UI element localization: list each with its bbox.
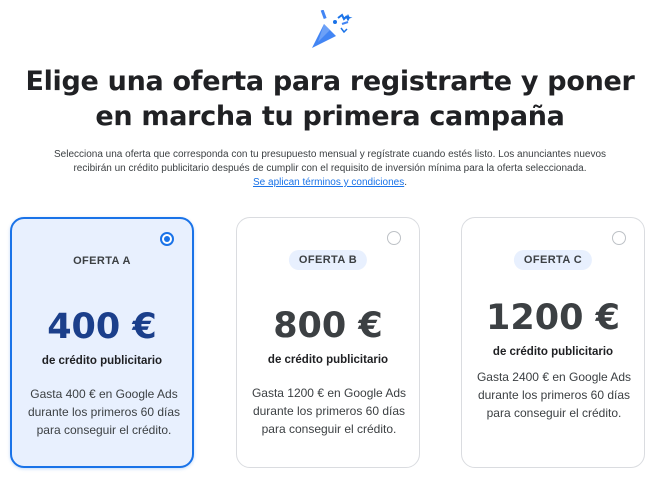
offer-subtitle: de crédito publicitario: [41, 355, 163, 367]
offer-card-b[interactable]: OFERTA B 800 € de crédito publicitario G…: [236, 217, 420, 468]
page-title-line-1: Elige una oferta para registrarte y pone…: [25, 66, 635, 97]
terms-suffix: .: [404, 177, 407, 188]
description-line-1: Selecciona una oferta que corresponda co…: [53, 149, 607, 160]
description-line-2: recibirán un crédito publicitario despué…: [73, 163, 587, 174]
offer-label: OFERTA B: [288, 250, 368, 270]
offer-label: OFERTA C: [513, 250, 593, 270]
radio-checked-icon[interactable]: [160, 232, 174, 246]
page-title: Elige una oferta para registrarte y pone…: [0, 64, 660, 134]
terms-link[interactable]: Se aplican términos y condiciones: [253, 177, 404, 188]
offer-amount: 800 €: [273, 306, 383, 346]
offer-card-a[interactable]: OFERTA A 400 € de crédito publicitario G…: [10, 217, 194, 468]
offer-text: Gasta 400 € en Google Ads durante los pr…: [27, 387, 181, 437]
party-popper-icon: [312, 10, 353, 48]
radio-unchecked-icon[interactable]: [612, 231, 626, 245]
radio-unchecked-icon[interactable]: [387, 231, 401, 245]
offer-label: OFERTA A: [73, 255, 131, 267]
offer-card-c[interactable]: OFERTA C 1200 € de crédito publicitario …: [461, 217, 645, 468]
offer-text: Gasta 1200 € en Google Ads durante los p…: [251, 386, 407, 436]
offer-text: Gasta 2400 € en Google Ads durante los p…: [476, 370, 632, 420]
offer-subtitle: de crédito publicitario: [492, 346, 614, 358]
offer-amount: 1200 €: [486, 298, 620, 338]
offer-amount: 400 €: [47, 307, 157, 347]
page-title-line-2: en marcha tu primera campaña: [95, 101, 565, 132]
offer-subtitle: de crédito publicitario: [267, 354, 389, 366]
offer-description: Selecciona una oferta que corresponda co…: [40, 148, 620, 190]
